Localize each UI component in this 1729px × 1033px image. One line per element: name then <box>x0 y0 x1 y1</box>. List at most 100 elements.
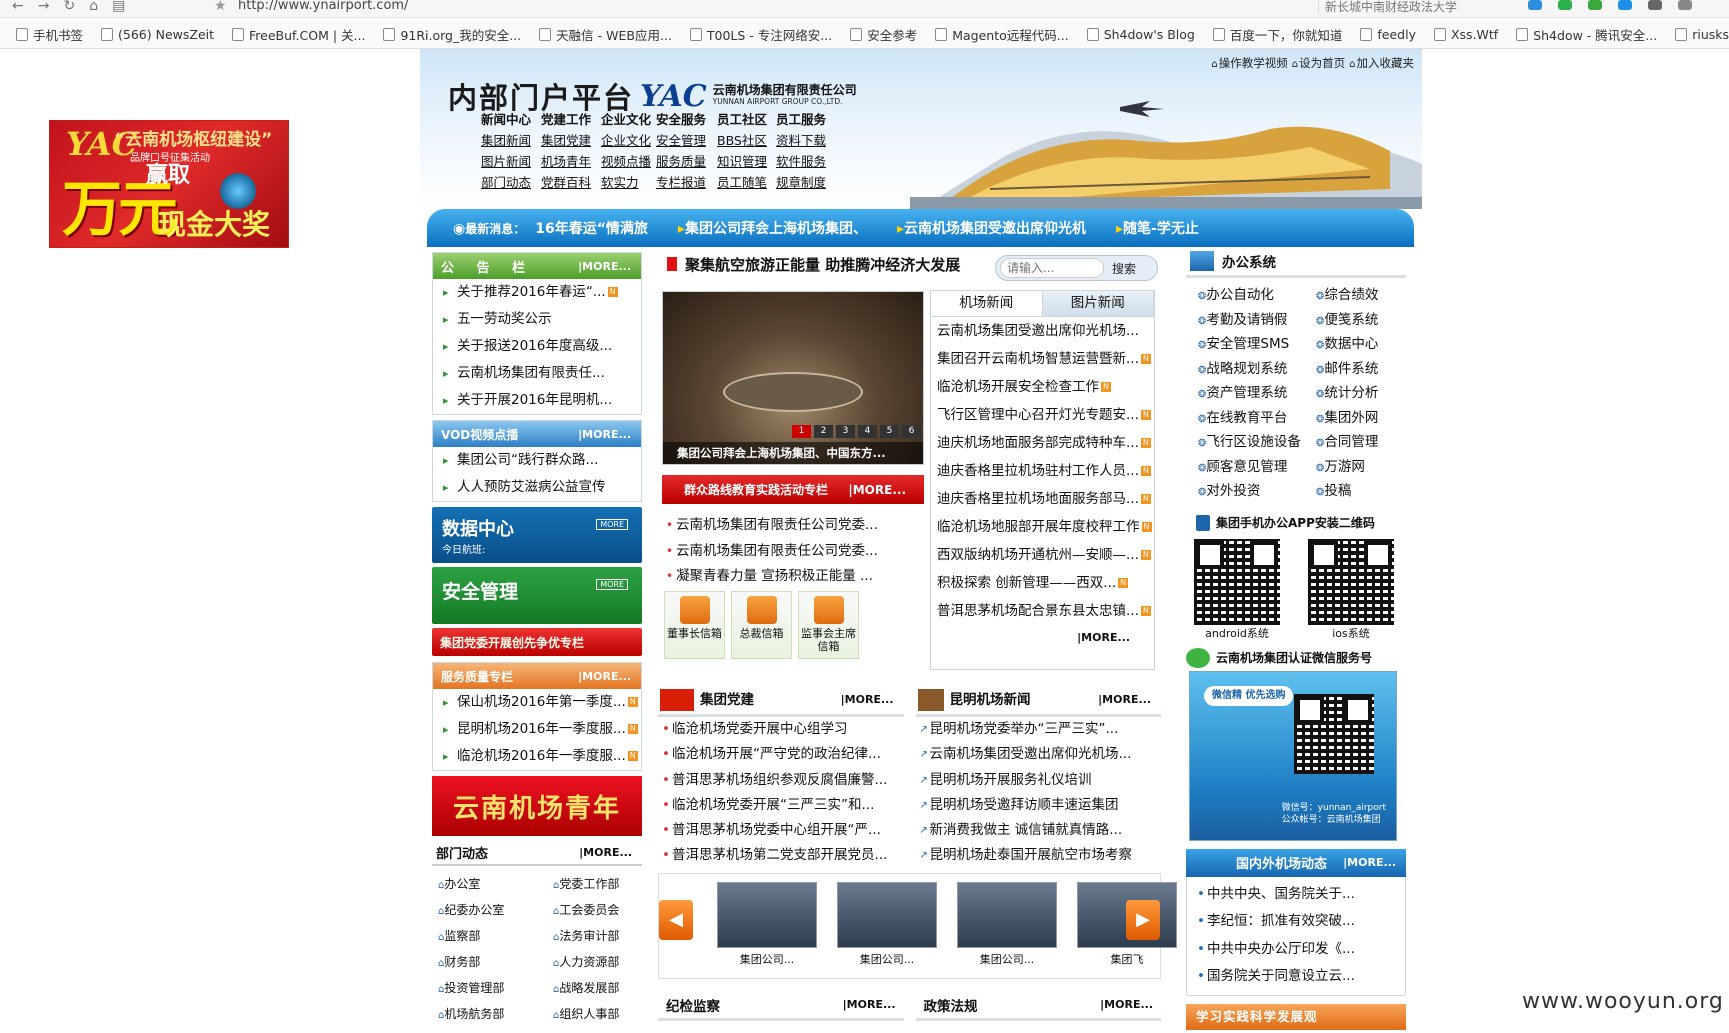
data-center-banner[interactable]: 数据中心 今日航班: MORE <box>432 507 642 563</box>
office-system-link[interactable]: 综合绩效 <box>1316 284 1410 309</box>
reload-icon[interactable]: ↻ <box>63 0 75 13</box>
service-item[interactable]: 临沧机场2016年一季度服... <box>433 743 641 770</box>
ceo-mailbox-button[interactable]: 总裁信箱 <box>731 591 792 659</box>
bookmark-item[interactable]: 百度一下，你就知道 <box>1212 25 1342 44</box>
carousel-prev-button[interactable]: ◀ <box>659 900 693 940</box>
office-system-link[interactable]: 对外投资 <box>1198 480 1316 505</box>
bookmark-item[interactable]: FreeBuf.COM | 关... <box>232 25 365 44</box>
tab-photo-news[interactable]: 图片新闻 <box>1042 291 1154 316</box>
news-item[interactable]: 临沧机场开展安全检查工作 <box>931 373 1154 401</box>
add-favorite-link[interactable]: 加入收藏夹 <box>1349 55 1415 71</box>
search-input[interactable] <box>1000 258 1104 278</box>
download-icon[interactable] <box>1648 0 1662 10</box>
menu-item[interactable]: 软实力 <box>601 174 656 192</box>
carousel-thumb[interactable]: 集团公司... <box>957 882 1057 967</box>
airport-dynamics-more-link[interactable]: |MORE... <box>1343 856 1396 869</box>
wechat-icon[interactable] <box>1558 0 1572 10</box>
ticker-item[interactable]: 随笔-学无止 <box>1116 218 1199 238</box>
office-system-link[interactable]: 在线教育平台 <box>1198 407 1316 432</box>
news-more-link[interactable]: |MORE... <box>931 625 1154 651</box>
menu-item[interactable]: 视频点播 <box>601 153 656 171</box>
list-item[interactable]: 云南机场集团有限责任公司党委... <box>664 513 922 539</box>
service-item[interactable]: 保山机场2016年第一季度... <box>433 689 641 716</box>
menu-item[interactable]: 知识管理 <box>717 153 776 171</box>
menu-item[interactable]: 服务质量 <box>656 153 717 171</box>
dept-link[interactable]: 机场航务部 <box>438 1002 553 1028</box>
party-item[interactable]: 临沧机场开展“严守党的政治纪律... <box>658 742 904 767</box>
chairman-mailbox-button[interactable]: 董事长信箱 <box>664 591 725 659</box>
android-icon[interactable] <box>1588 0 1602 10</box>
office-system-link[interactable]: 便笺系统 <box>1316 309 1410 334</box>
bookmark-item[interactable]: 91Ri.org_我的安全... <box>383 25 521 44</box>
bookmark-item[interactable]: Sh4dow - 腾讯安全... <box>1516 25 1657 44</box>
address-bar[interactable]: http://www.ynairport.com/ <box>238 0 408 13</box>
news-item[interactable]: 飞行区管理中心召开灯光专题安... <box>931 401 1154 429</box>
news-item[interactable]: 迪庆机场地面服务部完成特种车... <box>931 429 1154 457</box>
airport-dynamics-item[interactable]: 李纪恒：抓准有效突破... <box>1187 908 1405 936</box>
office-system-link[interactable]: 万游网 <box>1316 456 1410 481</box>
kunming-news-item[interactable]: 昆明机场受邀拜访顺丰速运集团 <box>916 793 1162 818</box>
slider-dot[interactable]: 5 <box>880 425 899 438</box>
notice-more-link[interactable]: |MORE... <box>578 260 631 273</box>
bookmark-item[interactable]: 天融信 - WEB应用... <box>539 25 672 44</box>
back-icon[interactable]: ← <box>12 0 24 13</box>
menu-item[interactable]: 员工社区 <box>717 111 776 129</box>
ticker-item[interactable]: 16年春运“情满旅 <box>535 218 648 238</box>
menu-icon[interactable] <box>1678 0 1692 10</box>
bookmark-item[interactable]: 手机书签 <box>16 25 83 44</box>
menu-item[interactable]: BBS社区 <box>717 132 776 150</box>
news-item[interactable]: 临沧机场地服部开展年度校秤工作 <box>931 513 1154 541</box>
policy-more-link[interactable]: |MORE... <box>1100 998 1153 1011</box>
dept-link[interactable]: 人力资源部 <box>553 950 648 976</box>
vod-more-link[interactable]: |MORE... <box>578 428 631 441</box>
menu-item[interactable]: 资料下载 <box>776 132 832 150</box>
dept-link[interactable]: 组织人事部 <box>553 1002 648 1028</box>
office-system-link[interactable]: 飞行区设施设备 <box>1198 431 1316 456</box>
tab-airport-news[interactable]: 机场新闻 <box>931 291 1043 316</box>
android-qr[interactable]: android系统 <box>1194 538 1280 641</box>
forward-icon[interactable]: → <box>38 0 50 13</box>
menu-item[interactable]: 集团新闻 <box>481 132 541 150</box>
dept-link[interactable]: 党委工作部 <box>553 872 648 898</box>
dept-link[interactable]: 法务审计部 <box>553 924 648 950</box>
headline-text[interactable]: 聚集航空旅游正能量 助推腾冲经济大发展 <box>685 254 960 275</box>
service-more-link[interactable]: |MORE... <box>578 670 631 683</box>
office-system-link[interactable]: 合同管理 <box>1316 431 1410 456</box>
news-item[interactable]: 积极探索 创新管理——西双... <box>931 569 1154 597</box>
party-building-more-link[interactable]: |MORE... <box>841 693 894 706</box>
ticker-item[interactable]: 集团公司拜会上海机场集团、 <box>678 218 867 238</box>
menu-item[interactable]: 软件服务 <box>776 153 832 171</box>
menu-item[interactable]: 员工服务 <box>776 111 832 129</box>
kunming-news-item[interactable]: 昆明机场党委举办“三严三实”... <box>916 717 1162 742</box>
send-icon[interactable] <box>1618 0 1632 10</box>
news-item[interactable]: 迪庆香格里拉机场地面服务部马... <box>931 485 1154 513</box>
safety-more[interactable]: MORE <box>596 579 628 590</box>
discipline-more-link[interactable]: |MORE... <box>843 998 896 1011</box>
notice-item[interactable]: 五一劳动奖公示 <box>433 306 641 333</box>
slider-dot[interactable]: 4 <box>858 425 877 438</box>
safety-banner[interactable]: 安全管理 MORE <box>432 567 642 624</box>
dept-link[interactable]: 纪委办公室 <box>438 898 553 924</box>
menu-item[interactable]: 部门动态 <box>481 174 541 192</box>
reader-icon[interactable]: ▤ <box>112 0 125 13</box>
dept-link[interactable]: 工会委员会 <box>553 898 648 924</box>
office-system-link[interactable]: 办公自动化 <box>1198 284 1316 309</box>
news-item[interactable]: 西双版纳机场开通杭州—安顺—... <box>931 541 1154 569</box>
campaign-ad-banner[interactable]: YAC “云南机场枢纽建设” 品牌口号征集活动 万元 赢取 现金大奖 <box>49 120 289 248</box>
slider-caption[interactable]: 集团公司拜会上海机场集团、中国东方... <box>663 442 923 464</box>
menu-item[interactable]: 集团党建 <box>541 132 601 150</box>
search-button[interactable]: 搜索 <box>1112 260 1136 277</box>
kunming-news-item[interactable]: 新消费我做主 诚信铺就真情路... <box>916 818 1162 843</box>
data-center-more[interactable]: MORE <box>596 519 628 530</box>
mass-line-banner[interactable]: 群众路线教育实践活动专栏 |MORE... <box>662 475 924 504</box>
news-item[interactable]: 迪庆香格里拉机场驻村工作人员... <box>931 457 1154 485</box>
menu-item[interactable]: 机场青年 <box>541 153 601 171</box>
news-item[interactable]: 集团召开云南机场智慧运营暨新... <box>931 345 1154 373</box>
dept-link[interactable]: 财务部 <box>438 950 553 976</box>
wechat-card[interactable]: 微信精 优先选购 微信号：yunnan_airport 公众帐号：云南机场集团 <box>1189 670 1397 841</box>
airport-youth-banner[interactable]: 云南机场青年 <box>432 776 642 836</box>
kunming-news-item[interactable]: 昆明机场开展服务礼仪培训 <box>916 768 1162 793</box>
kunming-news-item[interactable]: 昆明机场赴泰国开展航空市场考察 <box>916 843 1162 868</box>
menu-item[interactable]: 员工随笔 <box>717 174 776 192</box>
party-item[interactable]: 临沧机场党委开展“三严三实”和... <box>658 793 904 818</box>
